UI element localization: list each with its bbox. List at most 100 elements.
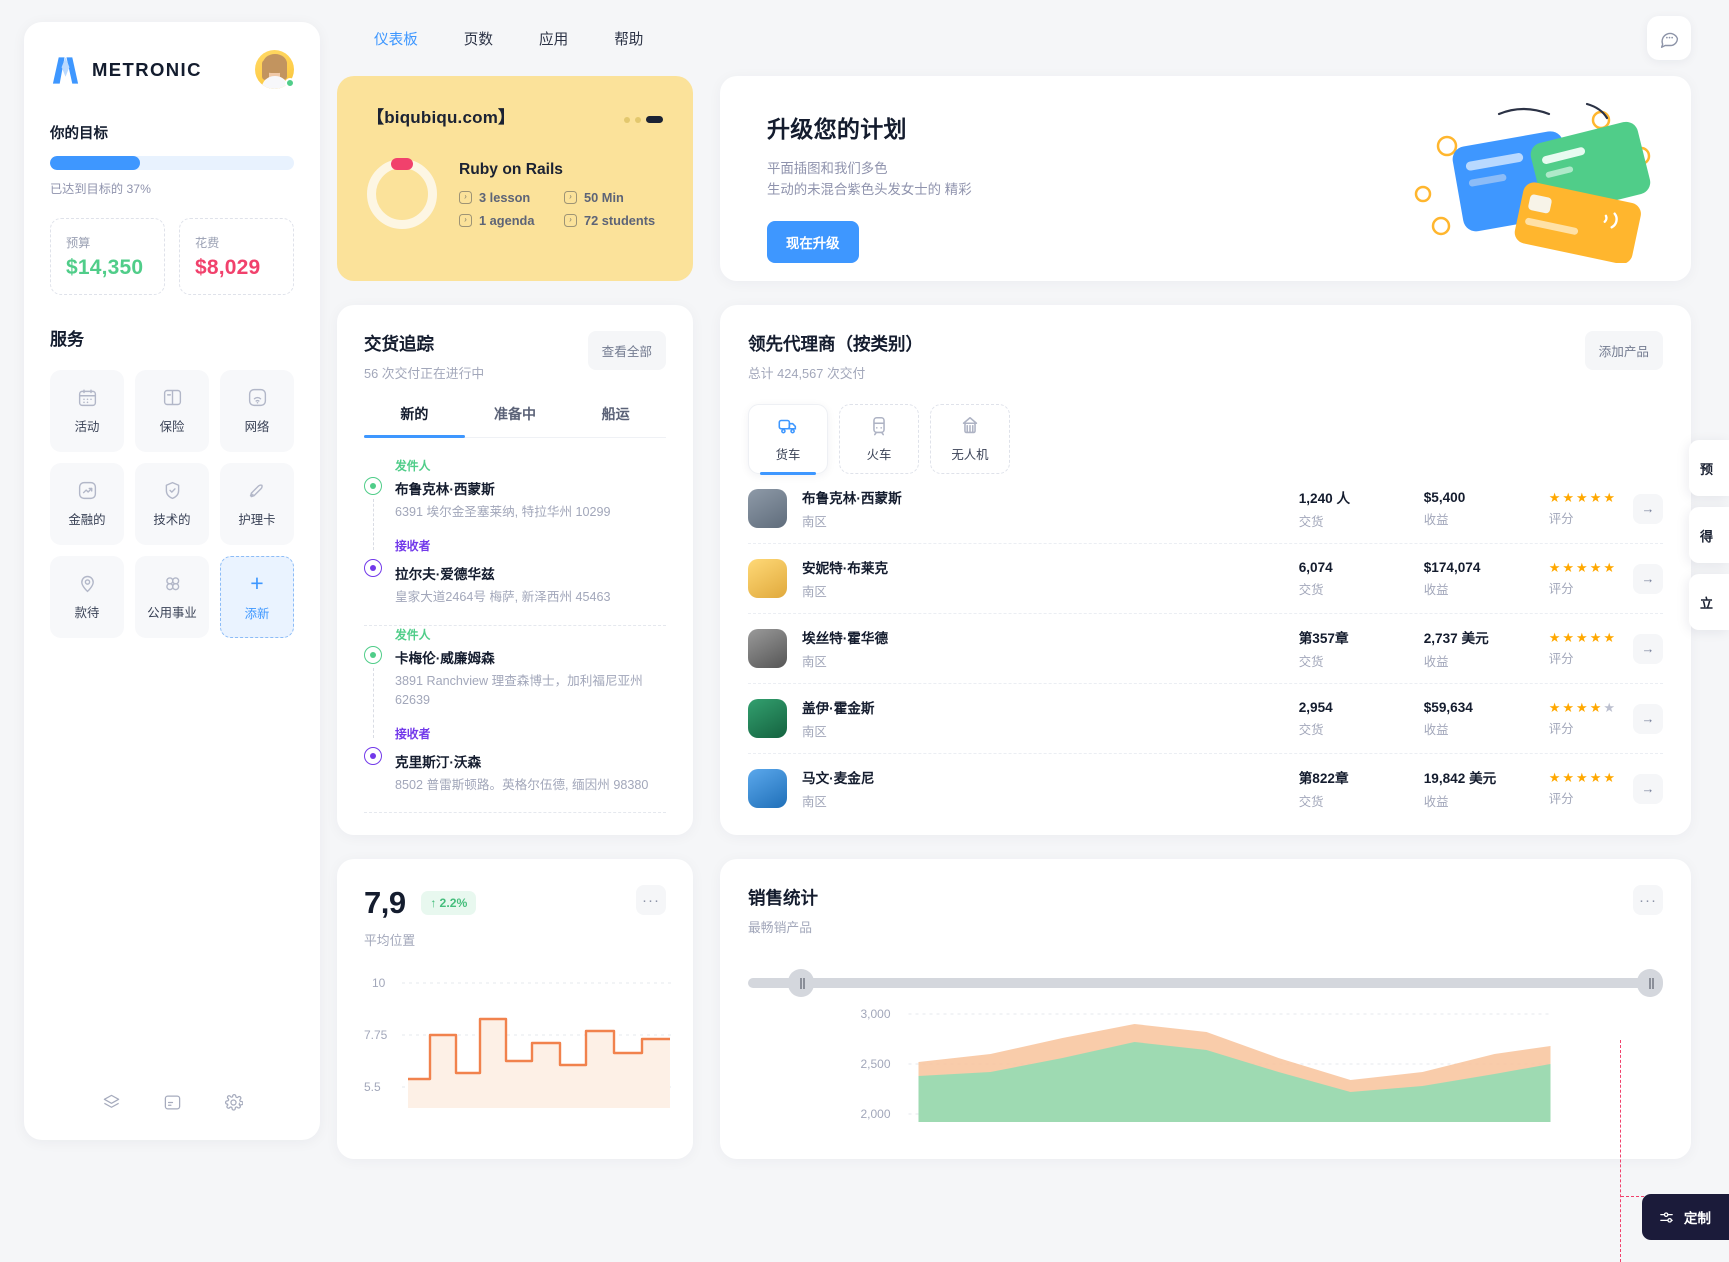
arrow-right-icon[interactable]: → — [1633, 703, 1663, 734]
sales-title: 销售统计 — [748, 888, 818, 908]
tab-shipping[interactable]: 船运 — [565, 404, 666, 437]
rail-item-1[interactable]: 预 — [1689, 440, 1729, 496]
nav-item-pages[interactable]: 页数 — [458, 22, 499, 55]
position-area-chart: 10 7.75 5.5 — [364, 976, 674, 1108]
service-item-events[interactable]: 活动 — [50, 370, 124, 452]
arrow-right-icon[interactable]: → — [1633, 493, 1663, 524]
agent-revenue-label: 收益 — [1423, 722, 1449, 737]
category-train[interactable]: 火车 — [839, 404, 919, 474]
arrow-right-icon[interactable]: → — [1633, 563, 1663, 594]
goal-title: 你的目标 — [50, 126, 108, 142]
sliders-icon — [1660, 1211, 1673, 1223]
delivery-title-block: 交货追踪 56 次交付正在进行中 — [364, 331, 484, 382]
delivery-list: 发件人 布鲁克林·西蒙斯 6391 埃尔金圣塞莱纳, 特拉华州 10299 接收… — [364, 457, 666, 813]
agent-rating-label: 评分 — [1548, 721, 1574, 736]
rail-item-3[interactable]: 立 — [1689, 574, 1729, 630]
layers-icon[interactable] — [102, 1093, 121, 1112]
service-item-utilities[interactable]: 公用事业 — [135, 556, 209, 638]
arrow-right-icon[interactable]: → — [1633, 633, 1663, 664]
agent-name: 埃丝特·霍华德 — [802, 631, 889, 646]
sidebar-footer — [50, 1093, 294, 1140]
sales-header: 销售统计 最畅销产品 ··· — [748, 885, 1663, 936]
gear-icon[interactable] — [224, 1093, 243, 1112]
plus-icon: + — [250, 570, 264, 596]
agent-row[interactable]: 布鲁克林·西蒙斯 南区 1,240 人 交货 $5,400 收益 ★ ★ ★ ★… — [748, 474, 1663, 544]
service-item-network[interactable]: 网络 — [220, 370, 294, 452]
promo-card: 【biqubiqu.com】 Ruby on Rails › 3 lesson … — [337, 76, 693, 281]
agent-revenue-label: 收益 — [1423, 582, 1449, 597]
service-item-carecard[interactable]: 护理卡 — [220, 463, 294, 545]
stat-budget-label: 预算 — [66, 236, 91, 250]
category-truck[interactable]: 货车 — [748, 404, 828, 475]
timeline-rail — [364, 558, 382, 607]
star-rating: ★ ★ ★ ★ ★ — [1548, 699, 1615, 715]
upgrade-card: 升级您的计划 平面插图和我们多色 生动的未混合紫色头发女士的 精彩 现在升级 — [720, 76, 1691, 281]
chevron-right-box-icon: › — [564, 190, 577, 204]
timeline-rail — [364, 457, 382, 554]
service-label: 网络 — [244, 420, 270, 434]
leg-receiver: 拉尔夫·爱德华兹 皇家大道2464号 梅萨, 新泽西州 45463 — [364, 558, 666, 612]
delivery-column: 交货追踪 56 次交付正在进行中 查看全部 新的 准备中 船运 发件人 布鲁克林… — [337, 305, 693, 835]
agent-revenue-value: $5,400 — [1423, 489, 1466, 505]
goal-progress-text: 已达到目标的 37% — [50, 182, 151, 196]
dot-1[interactable] — [624, 116, 630, 123]
agent-rating: ★ ★ ★ ★ ★ 评分 — [1549, 561, 1615, 597]
agent-rating-label: 评分 — [1548, 791, 1574, 806]
service-label: 金融的 — [68, 513, 106, 527]
dot-active[interactable] — [646, 116, 663, 123]
agent-revenue-value: 19,842 美元 — [1423, 771, 1497, 786]
add-product-button[interactable]: 添加产品 — [1584, 331, 1663, 370]
chat-bubble-icon[interactable] — [1647, 16, 1691, 60]
service-item-technical[interactable]: 技术的 — [135, 463, 209, 545]
stat-budget: 预算 $14,350 — [50, 218, 165, 295]
customize-button[interactable]: 定制 — [1641, 1194, 1729, 1240]
agent-revenue: $5,400 收益 — [1424, 490, 1549, 528]
tab-new[interactable]: 新的 — [364, 404, 465, 438]
right-side-rail: 预 得 立 — [1689, 440, 1729, 641]
agent-row[interactable]: 安妮特·布莱克 南区 6,074 交货 $174,074 收益 ★ ★ ★ ★ … — [748, 544, 1663, 614]
category-drone[interactable]: 无人机 — [930, 404, 1010, 474]
promo-body: Ruby on Rails › 3 lesson › 50 Min › 1 agend… — [367, 159, 663, 229]
rail-item-2[interactable]: 得 — [1689, 507, 1729, 563]
agent-identity: 安妮特·布莱克 南区 — [802, 557, 1299, 600]
slider-handle-right[interactable] — [1637, 969, 1663, 997]
avatar — [748, 629, 787, 668]
view-all-button[interactable]: 查看全部 — [587, 331, 666, 370]
agent-revenue-value: $174,074 — [1423, 559, 1481, 575]
chart-up-icon — [77, 480, 98, 501]
slider-handle-left[interactable] — [788, 969, 814, 997]
arrow-right-icon[interactable]: → — [1633, 773, 1663, 804]
promo-pagination[interactable] — [624, 116, 663, 123]
dashboard-app: METRONIC 你的目标 已达到目标的 37% 预算 $14,350 花费 $… — [0, 0, 1729, 1262]
service-item-add-new[interactable]: + 添新 — [220, 556, 294, 638]
agent-deliveries-value: 第822章 — [1298, 771, 1349, 786]
agents-column: 领先代理商（按类别） 总计 424,567 次交付 添加产品 货车 火车 无人机… — [720, 305, 1691, 835]
service-item-hospitality[interactable]: 款待 — [50, 556, 124, 638]
upgrade-now-button[interactable]: 现在升级 — [767, 220, 859, 263]
range-slider[interactable] — [748, 969, 1663, 997]
avatar[interactable] — [255, 50, 295, 89]
service-item-insurance[interactable]: 保险 — [135, 370, 209, 452]
stat-spent-label: 花费 — [195, 236, 220, 250]
agent-row[interactable]: 埃丝特·霍华德 南区 第357章 交货 2,737 美元 收益 ★ ★ ★ ★ … — [748, 614, 1663, 684]
ellipsis-icon[interactable]: ··· — [636, 885, 666, 915]
ellipsis-icon[interactable]: ··· — [1633, 885, 1663, 915]
delivery-tracking-card: 交货追踪 56 次交付正在进行中 查看全部 新的 准备中 船运 发件人 布鲁克林… — [337, 305, 693, 835]
agent-row[interactable]: 盖伊·霍金斯 南区 2,954 交货 $59,634 收益 ★ ★ ★ ★ ★ … — [748, 684, 1663, 754]
agent-name: 盖伊·霍金斯 — [802, 701, 875, 716]
nav-item-apps[interactable]: 应用 — [533, 22, 574, 55]
agent-row[interactable]: 马文·麦金尼 南区 第822章 交货 19,842 美元 收益 ★ ★ ★ ★ … — [748, 754, 1663, 823]
service-item-financial[interactable]: 金融的 — [50, 463, 124, 545]
nav-item-help[interactable]: 帮助 — [608, 22, 649, 55]
agent-deliveries-label: 交货 — [1298, 582, 1324, 597]
agent-revenue: 2,737 美元 收益 — [1424, 627, 1549, 670]
dot-2[interactable] — [635, 116, 641, 123]
agent-revenue: $174,074 收益 — [1424, 560, 1549, 598]
tab-preparing[interactable]: 准备中 — [465, 404, 566, 437]
brand[interactable]: METRONIC — [50, 55, 202, 85]
nav-item-dashboard[interactable]: 仪表板 — [368, 22, 424, 55]
agent-revenue: 19,842 美元 收益 — [1424, 767, 1549, 810]
leg-body: 克里斯汀·沃森 8502 普雷斯顿路。英格尔伍德, 缅因州 98380 — [395, 747, 666, 795]
notes-icon[interactable] — [163, 1093, 182, 1112]
timeline-rail — [364, 626, 382, 742]
